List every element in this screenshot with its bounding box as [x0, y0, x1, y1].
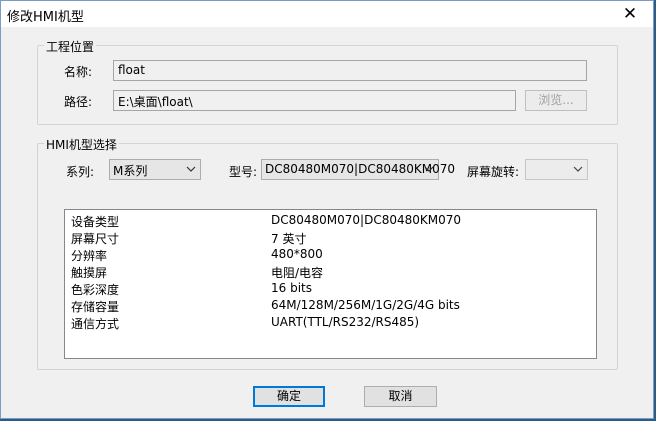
name-label: 名称:	[64, 65, 93, 79]
spec-row: 色彩深度 16 bits	[65, 281, 596, 298]
spec-key: 屏幕尺寸	[71, 232, 120, 246]
rotation-label: 屏幕旋转:	[467, 165, 520, 179]
chevron-down-icon	[186, 166, 196, 172]
project-location-legend: 工程位置	[44, 38, 97, 55]
rotation-dropdown[interactable]	[525, 159, 588, 180]
spec-value: 480*800	[271, 247, 323, 261]
spec-value: 64M/128M/256M/1G/2G/4G bits	[271, 298, 460, 312]
spec-key: 通信方式	[71, 317, 120, 331]
model-label: 型号:	[229, 165, 258, 179]
series-label: 系列:	[66, 165, 95, 179]
spec-row: 触摸屏 电阻/电容	[65, 264, 596, 281]
title-bar: 修改HMI机型 ✕	[1, 1, 653, 27]
spec-row: 设备类型 DC80480M070|DC80480KM070	[65, 213, 596, 230]
path-label: 路径:	[64, 95, 93, 109]
spec-key: 分辨率	[71, 249, 108, 263]
spec-key: 设备类型	[71, 215, 120, 229]
series-selected-value: M系列	[113, 164, 148, 178]
close-button[interactable]: ✕	[613, 2, 647, 26]
cancel-button[interactable]: 取消	[364, 386, 437, 407]
modify-hmi-model-dialog: 修改HMI机型 ✕ 工程位置 名称: float 路径: E:\桌面\float…	[0, 0, 654, 419]
spec-row: 分辨率 480*800	[65, 247, 596, 264]
model-dropdown[interactable]: DC80480M070|DC80480KM070	[261, 159, 455, 180]
spec-value: DC80480M070|DC80480KM070	[271, 213, 462, 227]
spec-value: 7 英寸	[271, 232, 307, 246]
spec-key: 存储容量	[71, 300, 120, 314]
chevron-down-icon	[573, 166, 583, 172]
ok-button[interactable]: 确定	[253, 386, 325, 407]
spec-row: 通信方式 UART(TTL/RS232/RS485)	[65, 315, 596, 332]
hmi-model-select-legend: HMI机型选择	[44, 136, 119, 153]
project-name-field[interactable]: float	[113, 60, 587, 81]
project-path-field[interactable]: E:\桌面\float\	[113, 90, 516, 111]
spec-row: 存储容量 64M/128M/256M/1G/2G/4G bits	[65, 298, 596, 315]
model-spec-list[interactable]: 设备类型 DC80480M070|DC80480KM070 屏幕尺寸 7 英寸 …	[64, 209, 597, 359]
project-location-group: 工程位置	[37, 38, 618, 125]
spec-key: 色彩深度	[71, 283, 120, 297]
spec-key: 触摸屏	[71, 266, 108, 280]
series-dropdown[interactable]: M系列	[109, 159, 201, 180]
browse-button[interactable]: 浏览...	[525, 90, 587, 111]
spec-value: 16 bits	[271, 281, 312, 295]
spec-row: 屏幕尺寸 7 英寸	[65, 230, 596, 247]
chevron-down-icon	[424, 166, 434, 172]
close-icon: ✕	[622, 4, 638, 24]
spec-value: UART(TTL/RS232/RS485)	[271, 315, 420, 329]
dialog-title: 修改HMI机型	[7, 10, 84, 25]
spec-value: 电阻/电容	[271, 266, 324, 280]
